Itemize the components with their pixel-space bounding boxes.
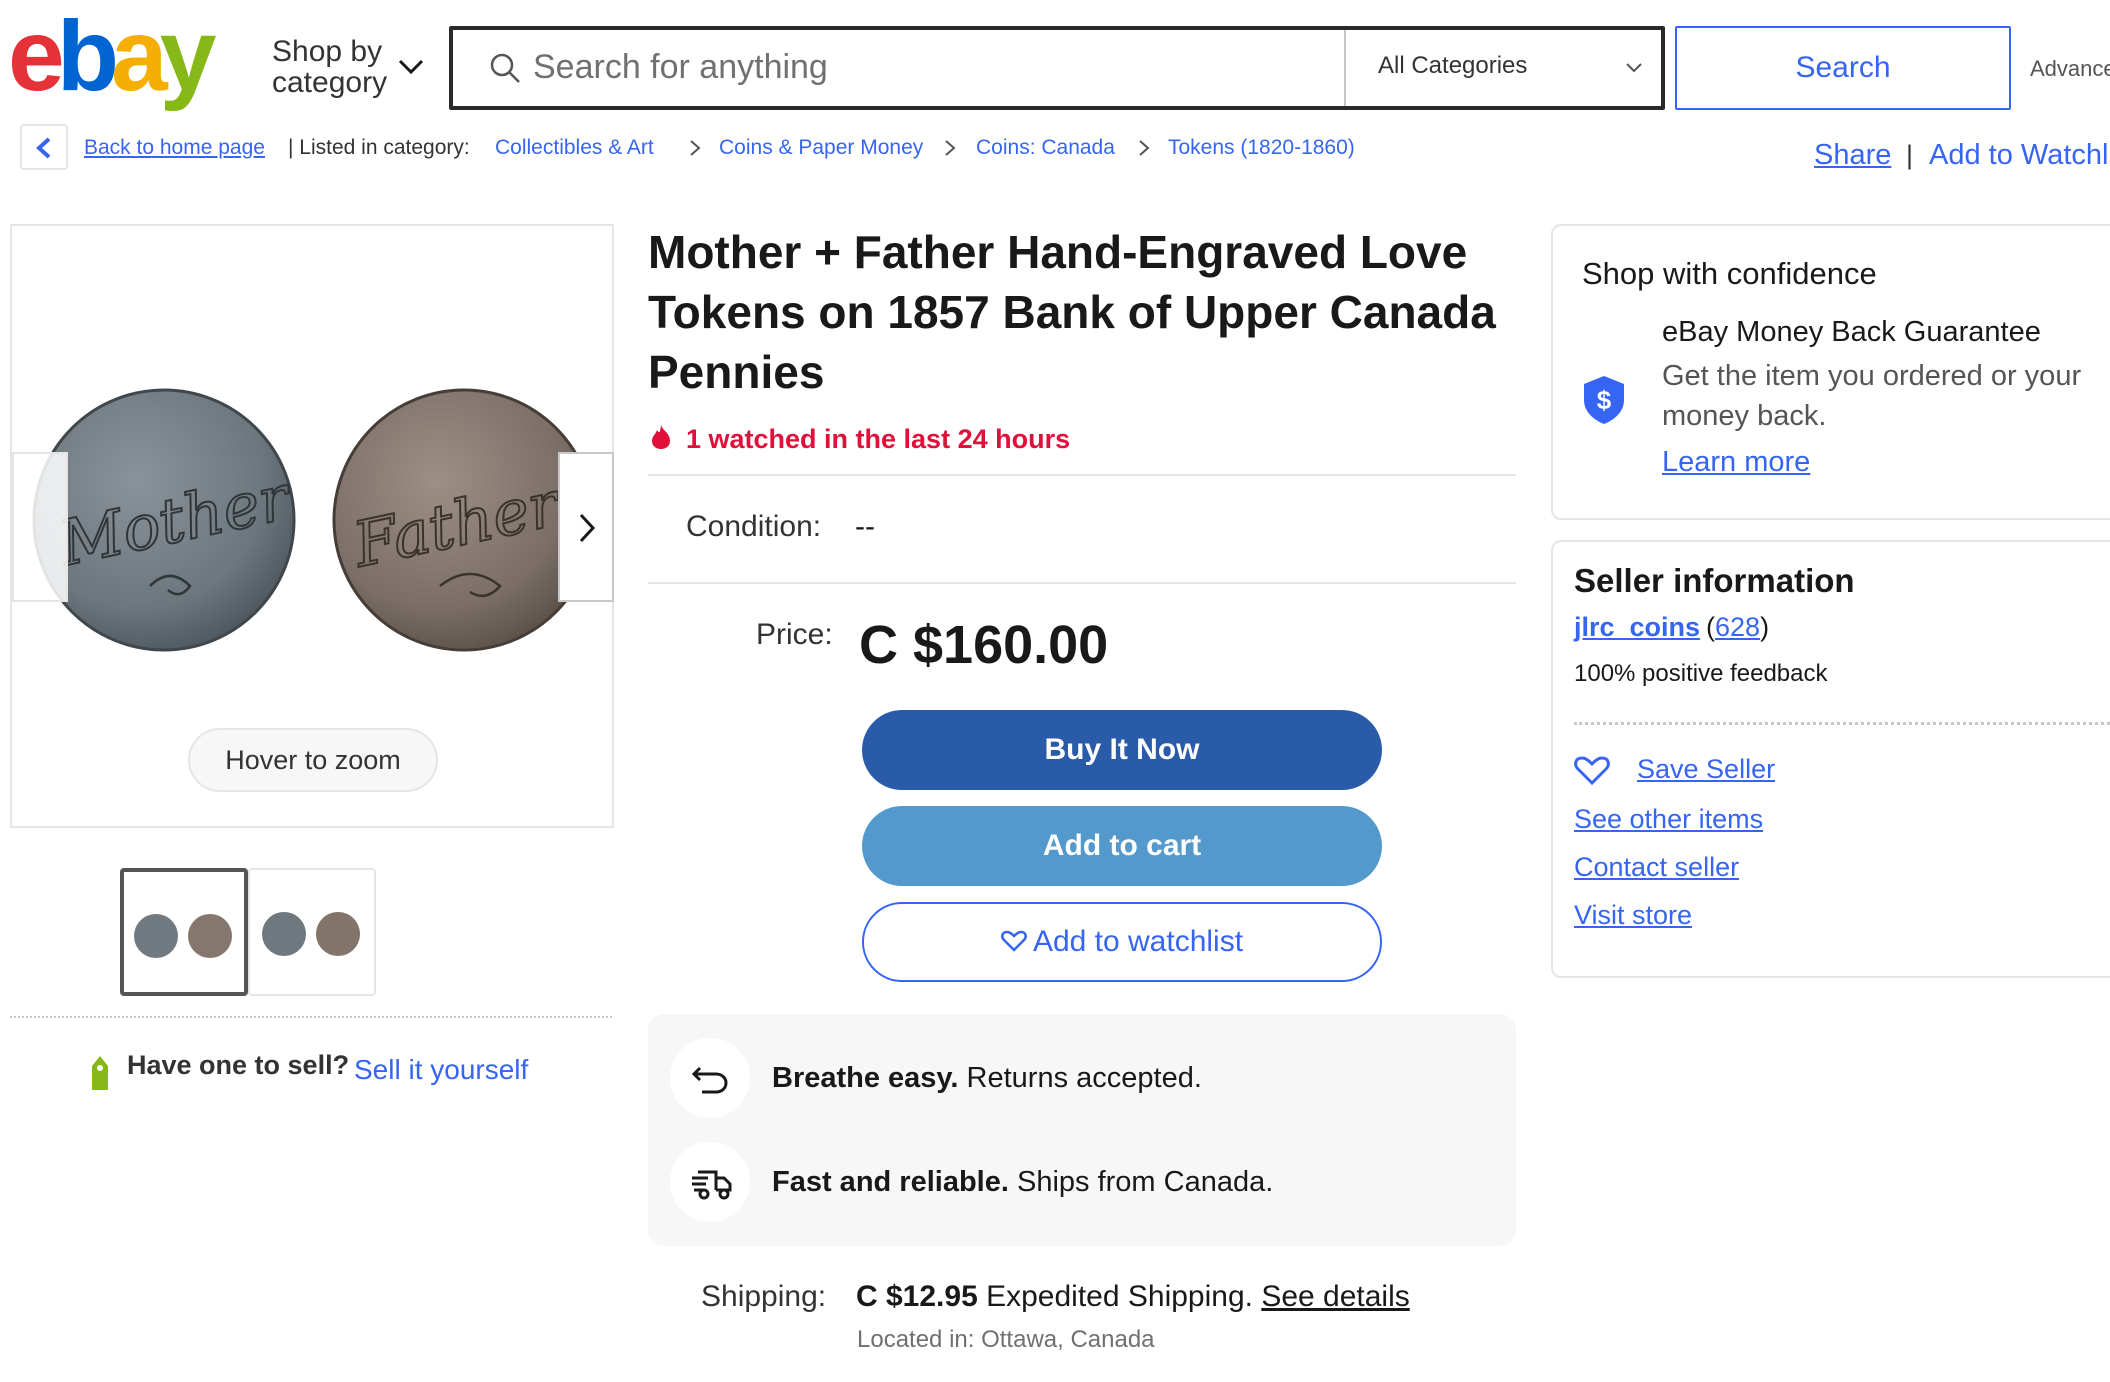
shop-by-category-button[interactable]: Shop by category [272,36,387,98]
sell-it-yourself-link[interactable]: Sell it yourself [354,1054,528,1086]
chevron-right-icon [579,513,596,543]
back-to-home-link[interactable]: Back to home page [84,136,265,160]
category-select[interactable]: All Categories [1346,30,1661,106]
returns-icon-wrap [670,1038,750,1118]
positive-feedback: 100% positive feedback [1574,660,1828,687]
chevron-down-icon [1626,63,1642,73]
divider [1574,722,2110,725]
money-back-guarantee-desc: Get the item you ordered or your money b… [1662,360,2082,432]
shop-by-label-line2: category [272,66,388,99]
chevron-right-icon [690,140,701,156]
chevron-left-icon [36,137,51,159]
separator: | [1906,140,1914,170]
perks-panel: Breathe easy. Returns accepted. Fast and… [648,1014,1516,1246]
gallery-prev-button[interactable] [12,452,68,602]
price-label: Price: [756,618,833,651]
price-value: C $160.00 [859,615,1109,675]
chevron-down-icon[interactable] [398,58,424,76]
divider [648,582,1516,584]
shop-by-label-line1: Shop by [272,35,383,68]
add-to-watchlist-label: Add to watchlist [1032,925,1244,958]
return-arrow-icon [691,1066,728,1094]
category-selected-label: All Categories [1378,52,1528,79]
condition-value: -- [855,510,875,543]
see-other-items-link[interactable]: See other items [1574,804,1763,835]
breadcrumb-item[interactable]: Coins: Canada [976,136,1115,160]
shipping-method: Expedited Shipping. [977,1280,1262,1313]
divider [648,474,1516,476]
condition-label: Condition: [686,510,822,543]
chevron-right-icon [1139,140,1150,156]
truck-icon [692,1170,732,1200]
listed-in-label: | Listed in category: [288,136,470,159]
see-details-link[interactable]: See details [1261,1280,1409,1313]
returns-perk-text: Returns accepted. [958,1062,1202,1094]
shipping-price: C $12.95 [856,1280,978,1313]
back-button[interactable] [20,124,68,170]
breadcrumb-item[interactable]: Coins & Paper Money [719,136,923,160]
confidence-title: Shop with confidence [1582,256,1877,291]
chevron-right-icon [945,140,956,156]
price-tag-icon [92,1056,108,1090]
shipping-value: C $12.95 Expedited Shipping. See details [856,1280,1410,1314]
divider [10,1016,612,1018]
item-location: Located in: Ottawa, Canada [857,1326,1155,1353]
gallery-next-button[interactable] [558,452,614,602]
ebay-logo[interactable]: ebay [8,0,248,118]
buy-it-now-button[interactable]: Buy It Now [862,710,1382,790]
add-to-watchlist-button[interactable]: Add to watchlist [862,902,1382,982]
seller-feedback-count: (628) [1706,612,1769,643]
feedback-count-close: ) [1760,612,1770,642]
search-icon [490,53,520,83]
watch-count-alert: 1 watched in the last 24 hours [686,424,1071,454]
returns-perk-bold: Breathe easy. [772,1062,959,1094]
seller-name-link[interactable]: jlrc_coins [1574,612,1700,643]
search-bar: All Categories [449,26,1665,110]
returns-perk: Breathe easy. Returns accepted. [772,1062,1202,1095]
advanced-search-link[interactable]: Advanced [2030,56,2110,82]
shield-dollar-icon: $ [1584,376,1624,424]
item-title: Mother + Father Hand-Engraved Love Token… [648,226,1496,398]
coin-thumb-mother [134,914,178,958]
seller-info-title: Seller information [1574,562,1855,599]
coin-thumb-father [316,912,360,956]
contact-seller-link[interactable]: Contact seller [1574,852,1739,883]
breadcrumb-item[interactable]: Collectibles & Art [495,136,654,160]
heart-icon [1001,930,1027,952]
have-one-to-sell-label: Have one to sell? [127,1050,350,1080]
hover-to-zoom-hint: Hover to zoom [188,728,438,792]
shipping-perk: Fast and reliable. Ships from Canada. [772,1166,1273,1199]
thumbnail-1[interactable] [120,868,248,996]
feedback-count-link[interactable]: 628 [1715,612,1760,642]
svg-text:ebay: ebay [8,18,217,112]
fire-icon [652,425,670,449]
svg-text:$: $ [1597,385,1612,415]
money-back-guarantee-title: eBay Money Back Guarantee [1662,316,2041,348]
learn-more-link[interactable]: Learn more [1662,446,1810,479]
add-to-watchlist-link[interactable]: Add to Watchlist [1929,139,2110,172]
image-gallery[interactable]: Mother Father Hover to zoom [10,224,614,828]
breadcrumb-item[interactable]: Tokens (1820-1860) [1168,136,1355,160]
coin-thumb-mother [262,912,306,956]
search-button[interactable]: Search [1675,26,2011,110]
save-seller-link[interactable]: Save Seller [1637,754,1775,785]
share-link[interactable]: Share [1814,139,1891,172]
coin-thumb-father [188,914,232,958]
visit-store-link[interactable]: Visit store [1574,900,1692,931]
shipping-perk-text: Ships from Canada. [1008,1166,1274,1198]
shipping-label: Shipping: [701,1280,827,1313]
shipping-perk-bold: Fast and reliable. [772,1166,1009,1198]
add-to-cart-button[interactable]: Add to cart [862,806,1382,886]
shipping-icon-wrap [670,1142,750,1222]
heart-icon[interactable] [1574,754,1610,786]
thumbnail-2[interactable] [248,868,376,996]
coin-image-mother: Mother [32,388,298,652]
search-input[interactable] [533,42,1353,92]
feedback-count-open: ( [1706,612,1715,642]
